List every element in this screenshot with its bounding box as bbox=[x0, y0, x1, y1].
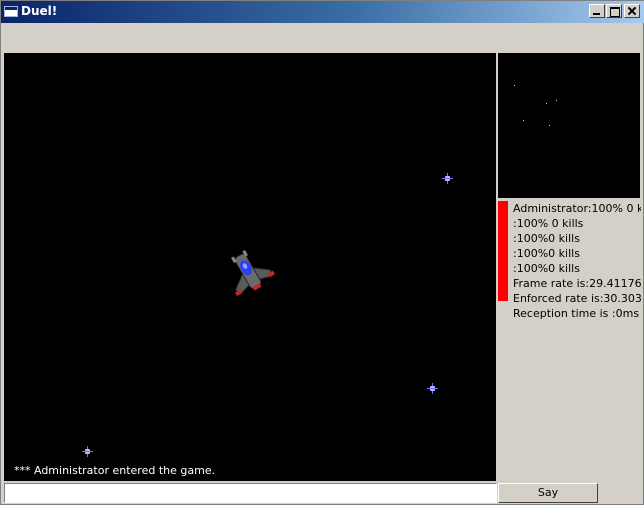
star-marker bbox=[442, 173, 453, 184]
game-viewport[interactable]: *** Administrator entered the game. bbox=[4, 53, 496, 481]
say-button[interactable]: Say bbox=[498, 483, 598, 503]
window-title: Duel! bbox=[21, 4, 58, 18]
frame-rate-label: Frame rate is:29.41176470588235 bbox=[513, 277, 641, 290]
chat-input[interactable] bbox=[4, 483, 497, 503]
enforced-rate-label: Enforced rate is:30.303 bbox=[513, 292, 641, 305]
close-button[interactable] bbox=[624, 4, 640, 18]
player-score: :100%0 kills bbox=[513, 247, 580, 260]
health-bar bbox=[498, 201, 508, 301]
star-marker bbox=[427, 383, 438, 394]
player-score: :100% 0 kills bbox=[513, 217, 584, 230]
maximize-button[interactable] bbox=[606, 4, 622, 18]
radar-blip bbox=[556, 100, 557, 101]
reception-time-label: Reception time is :0ms bbox=[513, 307, 640, 320]
window-icon bbox=[4, 6, 18, 17]
player-spaceship bbox=[231, 249, 276, 297]
game-event-message: *** Administrator entered the game. bbox=[14, 464, 216, 477]
title-bar[interactable]: Duel! bbox=[1, 1, 644, 23]
player-score: Administrator:100% 0 kills bbox=[513, 202, 641, 215]
radar-blip bbox=[523, 120, 524, 121]
radar-blip bbox=[514, 85, 515, 86]
player-score: :100%0 kills bbox=[513, 262, 580, 275]
scoreboard: Administrator:100% 0 kills :100% 0 kills… bbox=[513, 201, 641, 331]
app-window: Duel! *** Administrator entered the game… bbox=[0, 0, 644, 505]
radar-blip bbox=[546, 103, 547, 104]
minimize-button[interactable] bbox=[589, 4, 605, 18]
star-marker bbox=[82, 446, 93, 457]
radar-minimap bbox=[498, 53, 640, 198]
player-score: :100%0 kills bbox=[513, 232, 580, 245]
radar-blip bbox=[549, 125, 550, 126]
